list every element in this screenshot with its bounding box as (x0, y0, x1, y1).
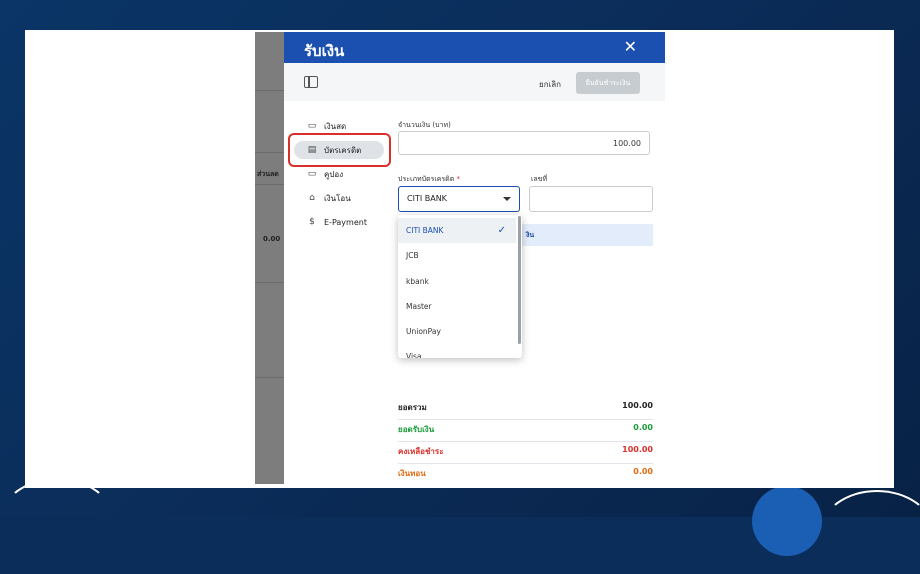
amount-label: จำนวนเงิน (บาท) (398, 121, 451, 129)
card-type-select[interactable]: CITI BANK (398, 186, 520, 212)
nav-item-coupon[interactable]: ▭ คูปอง (294, 165, 384, 183)
nav-item-label: เงินโอน (324, 193, 351, 203)
card-type-label: ประเภทบัตรเครดิต * (398, 175, 461, 183)
card-type-dropdown: CITI BANK ✓ JCB kbank Master UnionPay Vi… (398, 215, 522, 358)
cash-icon: ▭ (307, 121, 317, 131)
dropdown-option[interactable]: Visa (398, 344, 516, 358)
coupon-icon: ▭ (307, 169, 317, 179)
cancel-button[interactable]: ยกเลิก (539, 78, 561, 91)
info-bar: งิน (521, 224, 653, 246)
card-number-input[interactable] (529, 186, 653, 212)
check-icon: ✓ (497, 225, 506, 236)
summary-value: 0.00 (633, 467, 653, 476)
receive-payment-modal: รับเงิน ✕ ยกเลิก ยืนยันชำระเงิน ▭ เงินสด… (284, 32, 665, 484)
summary-label: ยอดรับเงิน (398, 425, 435, 434)
summary-row-remaining: คงเหลือชำระ 100.00 (398, 441, 653, 464)
chevron-down-icon (503, 197, 511, 201)
required-mark: * (456, 175, 461, 183)
nav-item-e-payment[interactable]: $ E-Payment (294, 213, 384, 231)
nav-item-label: E-Payment (324, 217, 367, 227)
summary-label: เงินทอน (398, 469, 426, 478)
summary-row-total: ยอดรวม 100.00 (398, 397, 653, 420)
decorative-arc (820, 490, 920, 574)
dropdown-scrollbar[interactable] (518, 216, 521, 344)
e-payment-icon: $ (309, 217, 315, 227)
background-app: ส่วนลด 0.00 (255, 32, 285, 484)
summary-row-received: ยอดรับเงิน 0.00 (398, 419, 653, 442)
sidebar-toggle-icon[interactable] (304, 76, 318, 88)
modal-toolbar: ยกเลิก ยืนยันชำระเงิน (284, 63, 665, 101)
modal-header: รับเงิน ✕ (284, 32, 665, 63)
card-type-value: CITI BANK (407, 194, 447, 203)
discount-column-label: ส่วนลด (257, 170, 279, 178)
nav-item-label: คูปอง (324, 169, 344, 179)
summary-row-change: เงินทอน 0.00 (398, 463, 653, 485)
nav-item-label: เงินสด (324, 121, 347, 131)
amount-input[interactable]: 100.00 (398, 131, 650, 155)
close-icon[interactable]: ✕ (624, 37, 637, 56)
nav-item-transfer[interactable]: ⌂ เงินโอน (294, 189, 384, 207)
dropdown-option[interactable]: kbank (398, 269, 516, 294)
summary-label: คงเหลือชำระ (398, 447, 444, 456)
modal-title: รับเงิน (304, 42, 345, 60)
summary-label: ยอดรวม (398, 403, 427, 412)
confirm-payment-button[interactable]: ยืนยันชำระเงิน (576, 72, 640, 94)
summary-value: 100.00 (622, 445, 653, 454)
bank-icon: ⌂ (309, 193, 315, 203)
discount-value: 0.00 (263, 235, 281, 243)
summary-value: 100.00 (622, 401, 653, 410)
dropdown-option[interactable]: CITI BANK ✓ (398, 218, 516, 243)
card-number-label: เลขที่ (531, 175, 548, 183)
summary-value: 0.00 (633, 423, 653, 432)
dropdown-option[interactable]: Master (398, 294, 516, 319)
dropdown-option[interactable]: JCB (398, 243, 516, 268)
highlight-annotation (288, 133, 391, 167)
decorative-circle (752, 486, 822, 556)
decorative-arc (0, 478, 114, 562)
dropdown-option[interactable]: UnionPay (398, 319, 516, 344)
